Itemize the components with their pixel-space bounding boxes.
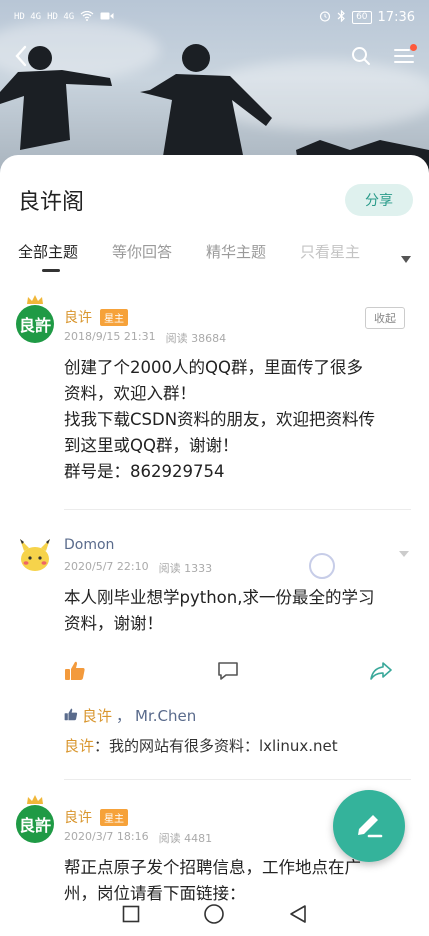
read-count: 阅读 4481 xyxy=(158,832,213,845)
tab-featured[interactable]: 精华主题 xyxy=(206,241,266,271)
comment-icon[interactable] xyxy=(217,661,239,685)
battery-level: 60 xyxy=(352,10,372,24)
group-title: 良许阁 xyxy=(18,190,85,215)
reply-text: ：我的网站有很多资料：lxlinux.net xyxy=(94,737,338,755)
topic-tabs: 全部主题 等你回答 精华主题 只看星主 xyxy=(18,241,429,272)
thumbs-up-icon[interactable] xyxy=(64,661,86,685)
post-meta: 2020/5/7 22:10 阅读 1333 xyxy=(64,560,212,576)
author-row: 良许 星主 xyxy=(64,807,128,827)
reply-author[interactable]: 良许 xyxy=(64,737,94,755)
content-line: 本人刚毕业想学python,求一份最全的学习 xyxy=(64,588,375,607)
post-content: 创建了个2000人的QQ群，里面传了很多 资料，欢迎入群！ 找我下载CSDN资料… xyxy=(64,355,405,485)
signal-2: HD 4G xyxy=(47,12,75,22)
post-date: 2020/3/7 18:16 xyxy=(64,830,149,843)
liker-name[interactable]: Mr.Chen xyxy=(135,707,196,725)
content-line: 到这里或QQ群，谢谢！ xyxy=(64,436,239,455)
bluetooth-icon xyxy=(337,9,346,25)
divider xyxy=(64,509,411,510)
share-icon[interactable] xyxy=(369,661,393,685)
crown-icon xyxy=(27,295,43,304)
more-options-icon[interactable] xyxy=(399,551,409,557)
group-header: 良许阁 分享 xyxy=(18,183,413,217)
liker-separator: ， xyxy=(116,707,132,725)
top-navigation xyxy=(0,40,429,76)
post-date: 2018/9/15 21:31 xyxy=(64,330,156,343)
avatar[interactable]: 良許 xyxy=(16,805,54,843)
avatar[interactable]: 良許 xyxy=(16,305,54,343)
post-meta: 2018/9/15 21:31 阅读 38684 xyxy=(64,330,226,346)
chevron-down-icon[interactable] xyxy=(401,248,411,267)
like-small-icon xyxy=(64,707,78,725)
content-line: 创建了个2000人的QQ群，里面传了很多 xyxy=(64,358,363,377)
wifi-icon xyxy=(80,10,94,24)
author-name[interactable]: 良许 xyxy=(64,807,92,827)
author-name[interactable]: Domon xyxy=(64,537,114,553)
post-content: 本人刚毕业想学python,求一份最全的学习 资料，谢谢！ xyxy=(64,585,405,637)
status-bar: HD 4G HD 4G 60 17:36 xyxy=(0,0,429,34)
tab-awaiting-answer[interactable]: 等你回答 xyxy=(112,241,172,271)
signal-1: HD 4G xyxy=(14,12,42,22)
author-name[interactable]: 良许 xyxy=(64,307,92,327)
menu-icon[interactable] xyxy=(393,44,417,70)
loading-spinner xyxy=(309,553,335,579)
notification-dot xyxy=(410,44,417,51)
liker-name[interactable]: 良许 xyxy=(82,705,112,726)
divider xyxy=(64,779,411,780)
home-icon[interactable] xyxy=(203,903,225,929)
tab-all-topics[interactable]: 全部主题 xyxy=(18,241,78,272)
back-icon[interactable] xyxy=(14,45,28,71)
alarm-icon xyxy=(319,10,331,25)
content-line: 找我下载CSDN资料的朋友，欢迎把资料传 xyxy=(64,410,376,429)
recent-apps-icon[interactable] xyxy=(122,905,140,927)
collapse-button[interactable]: 收起 xyxy=(365,307,405,329)
author-row: 良许 星主 xyxy=(64,307,128,327)
video-icon xyxy=(100,10,114,24)
likes-row: 良许 ， Mr.Chen xyxy=(64,705,196,726)
read-count: 阅读 38684 xyxy=(165,332,227,345)
back-nav-icon[interactable] xyxy=(289,904,307,928)
owner-badge: 星主 xyxy=(100,808,128,826)
post-actions xyxy=(64,661,393,685)
author-row: Domon xyxy=(64,537,114,553)
crown-icon xyxy=(27,795,43,804)
search-icon[interactable] xyxy=(351,46,371,70)
share-button[interactable]: 分享 xyxy=(345,184,413,216)
content-line: 资料，欢迎入群！ xyxy=(64,384,196,403)
read-count: 阅读 1333 xyxy=(158,562,213,575)
content-line: 群号是：862929754 xyxy=(64,462,225,481)
content-line: 资料，谢谢！ xyxy=(64,614,163,633)
system-navigation-bar xyxy=(0,896,429,936)
edit-icon xyxy=(353,809,385,843)
owner-badge: 星主 xyxy=(100,308,128,326)
reply-comment[interactable]: 良许：我的网站有很多资料：lxlinux.net xyxy=(64,735,338,756)
clock: 17:36 xyxy=(377,9,415,25)
tab-owner-only[interactable]: 只看星主 xyxy=(300,241,360,271)
avatar[interactable] xyxy=(16,537,54,575)
compose-button[interactable] xyxy=(333,790,405,862)
post-meta: 2020/3/7 18:16 阅读 4481 xyxy=(64,830,212,846)
post-date: 2020/5/7 22:10 xyxy=(64,560,149,573)
